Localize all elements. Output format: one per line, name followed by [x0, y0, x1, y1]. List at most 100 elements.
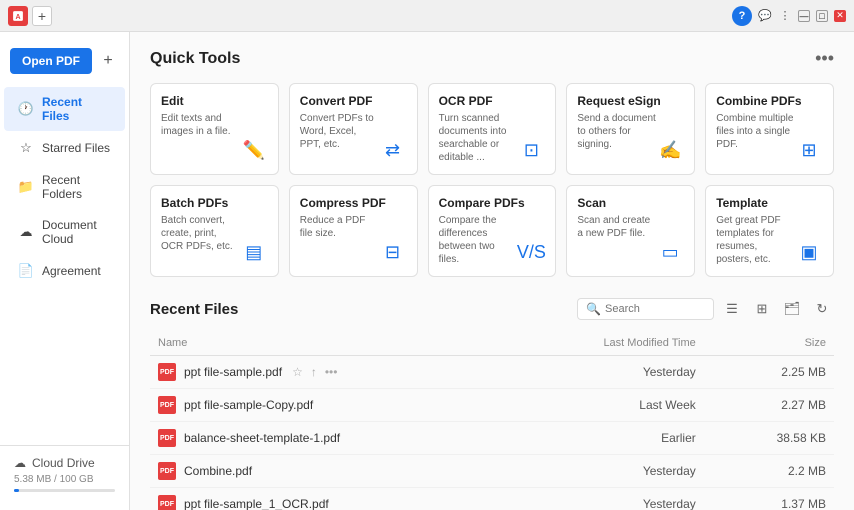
- table-row[interactable]: PDF balance-sheet-template-1.pdf Earlier…: [150, 422, 834, 455]
- add-button[interactable]: +: [98, 51, 118, 71]
- search-box[interactable]: 🔍: [577, 298, 714, 320]
- tool-title: OCR PDF: [439, 94, 546, 108]
- col-modified: Last Modified Time: [508, 331, 704, 356]
- tool-card-combine-pdfs[interactable]: Combine PDFs Combine multiple files into…: [705, 83, 834, 175]
- sidebar-nav: 🕐 Recent Files ☆Starred Files 📁 Recent Folde…: [0, 86, 129, 445]
- tools-grid: Edit Edit texts and images in a file. ✏️…: [150, 83, 834, 277]
- sidebar-item-agreement[interactable]: 📄 Agreement: [4, 255, 125, 287]
- quick-tools-more-button[interactable]: •••: [815, 48, 834, 69]
- menu-button[interactable]: ⋮: [778, 9, 792, 23]
- more-button[interactable]: •••: [323, 363, 340, 381]
- tool-desc: Edit texts and images in a file.: [161, 112, 268, 138]
- file-name: ppt file-sample_1_OCR.pdf: [184, 497, 329, 510]
- pdf-icon: PDF: [158, 462, 176, 480]
- new-tab-button[interactable]: +: [32, 6, 52, 26]
- sidebar-item-label: Recent Files: [42, 95, 111, 123]
- sidebar-item-document-cloud[interactable]: ☁ Document Cloud: [4, 210, 125, 254]
- app-icon: A: [8, 6, 28, 26]
- cloud-icon: ☁: [14, 456, 26, 470]
- tool-card-ocr-pdf[interactable]: OCR PDF Turn scanned documents into sear…: [428, 83, 557, 175]
- file-modified: Yesterday: [508, 455, 704, 488]
- agreement-icon: 📄: [18, 263, 34, 279]
- recent-files-icon: 🕐: [18, 101, 34, 117]
- refresh-button[interactable]: ↻: [810, 297, 834, 321]
- tool-title: Request eSign: [577, 94, 684, 108]
- open-pdf-button[interactable]: Open PDF: [10, 48, 92, 74]
- sidebar-item-starred-files[interactable]: ☆Starred Files: [4, 132, 125, 164]
- table-row[interactable]: PDF ppt file-sample-Copy.pdf Last Week 2…: [150, 389, 834, 422]
- file-size: 38.58 KB: [704, 422, 834, 455]
- template-icon: ▣: [795, 238, 823, 266]
- file-size: 2.2 MB: [704, 455, 834, 488]
- recent-folders-icon: 📁: [18, 179, 34, 195]
- tool-card-edit[interactable]: Edit Edit texts and images in a file. ✏️: [150, 83, 279, 175]
- file-modified: Yesterday: [508, 488, 704, 510]
- recent-files-header: Recent Files 🔍 ☰ ⊞ 🗂 ↻: [150, 297, 834, 321]
- sidebar-item-label: Agreement: [42, 264, 101, 278]
- pdf-icon: PDF: [158, 429, 176, 447]
- titlebar-right: ? 💬 ⋮ — □ ✕: [732, 6, 846, 26]
- tool-title: Template: [716, 196, 823, 210]
- sidebar-item-label: Recent Folders: [42, 173, 111, 201]
- edit-icon: ✏️: [240, 136, 268, 164]
- pdf-icon: PDF: [158, 396, 176, 414]
- sidebar-item-recent-files[interactable]: 🕐 Recent Files: [4, 87, 125, 131]
- sidebar-item-recent-folders[interactable]: 📁 Recent Folders: [4, 165, 125, 209]
- combine-pdfs-icon: ⊞: [795, 136, 823, 164]
- table-row[interactable]: PDF ppt file-sample_1_OCR.pdf Yesterday …: [150, 488, 834, 510]
- file-name: ppt file-sample-Copy.pdf: [184, 398, 313, 412]
- batch-pdfs-icon: ▤: [240, 238, 268, 266]
- tool-title: Batch PDFs: [161, 196, 268, 210]
- file-name-cell: PDF Combine.pdf: [150, 455, 508, 488]
- compress-pdf-icon: ⊟: [379, 238, 407, 266]
- search-icon: 🔍: [586, 302, 601, 316]
- sidebar-item-label: Starred Files: [42, 141, 110, 155]
- star-button[interactable]: ☆: [290, 363, 305, 381]
- pdf-icon: PDF: [158, 363, 176, 381]
- tool-card-compress-pdf[interactable]: Compress PDF Reduce a PDF file size. ⊟: [289, 185, 418, 277]
- list-view-button[interactable]: ☰: [720, 297, 744, 321]
- tool-card-request-esign[interactable]: Request eSign Send a document to others …: [566, 83, 695, 175]
- tool-title: Compress PDF: [300, 196, 407, 210]
- compare-pdfs-icon: V/S: [517, 238, 545, 266]
- chat-icon[interactable]: 💬: [758, 9, 772, 23]
- upload-button[interactable]: ↑: [309, 363, 319, 381]
- minimize-button[interactable]: —: [798, 10, 810, 22]
- storage-fill: [14, 489, 19, 492]
- tool-card-compare-pdfs[interactable]: Compare PDFs Compare the differences bet…: [428, 185, 557, 277]
- file-modified: Last Week: [508, 389, 704, 422]
- col-size: Size: [704, 331, 834, 356]
- file-name-cell: PDF ppt file-sample-Copy.pdf: [150, 389, 508, 422]
- filter-button[interactable]: 🗂: [780, 297, 804, 321]
- help-button[interactable]: ?: [732, 6, 752, 26]
- ocr-pdf-icon: ⊡: [517, 136, 545, 164]
- tool-title: Edit: [161, 94, 268, 108]
- search-input[interactable]: [605, 303, 705, 315]
- scan-icon: ▭: [656, 238, 684, 266]
- file-name-cell: PDF ppt file-sample_1_OCR.pdf: [150, 488, 508, 510]
- tool-card-convert-pdf[interactable]: Convert PDF Convert PDFs to Word, Excel,…: [289, 83, 418, 175]
- sidebar-bottom: ☁ Cloud Drive 5.38 MB / 100 GB: [0, 445, 129, 502]
- file-modified: Yesterday: [508, 356, 704, 389]
- file-name-cell: PDF balance-sheet-template-1.pdf: [150, 422, 508, 455]
- tool-card-batch-pdfs[interactable]: Batch PDFs Batch convert, create, print,…: [150, 185, 279, 277]
- sidebar: Open PDF + 🕐 Recent Files ☆Starred Files 📁 R…: [0, 32, 130, 510]
- titlebar-left: A +: [8, 6, 52, 26]
- table-row[interactable]: PDF ppt file-sample.pdf ☆ ↑ ••• Yesterda…: [150, 356, 834, 389]
- sidebar-item-label: Document Cloud: [42, 218, 111, 246]
- tool-title: Scan: [577, 196, 684, 210]
- tool-card-template[interactable]: Template Get great PDF templates for res…: [705, 185, 834, 277]
- pdf-icon: PDF: [158, 495, 176, 510]
- quick-tools-header: Quick Tools •••: [150, 48, 834, 69]
- storage-bar: [14, 489, 115, 492]
- files-table: Name Last Modified Time Size PDF ppt fil…: [150, 331, 834, 510]
- tool-title: Combine PDFs: [716, 94, 823, 108]
- tool-title: Convert PDF: [300, 94, 407, 108]
- tool-card-scan[interactable]: Scan Scan and create a new PDF file. ▭: [566, 185, 695, 277]
- close-button[interactable]: ✕: [834, 10, 846, 22]
- tool-title: Compare PDFs: [439, 196, 546, 210]
- maximize-button[interactable]: □: [816, 10, 828, 22]
- table-row[interactable]: PDF Combine.pdf Yesterday 2.2 MB: [150, 455, 834, 488]
- grid-view-button[interactable]: ⊞: [750, 297, 774, 321]
- document-cloud-icon: ☁: [18, 224, 34, 240]
